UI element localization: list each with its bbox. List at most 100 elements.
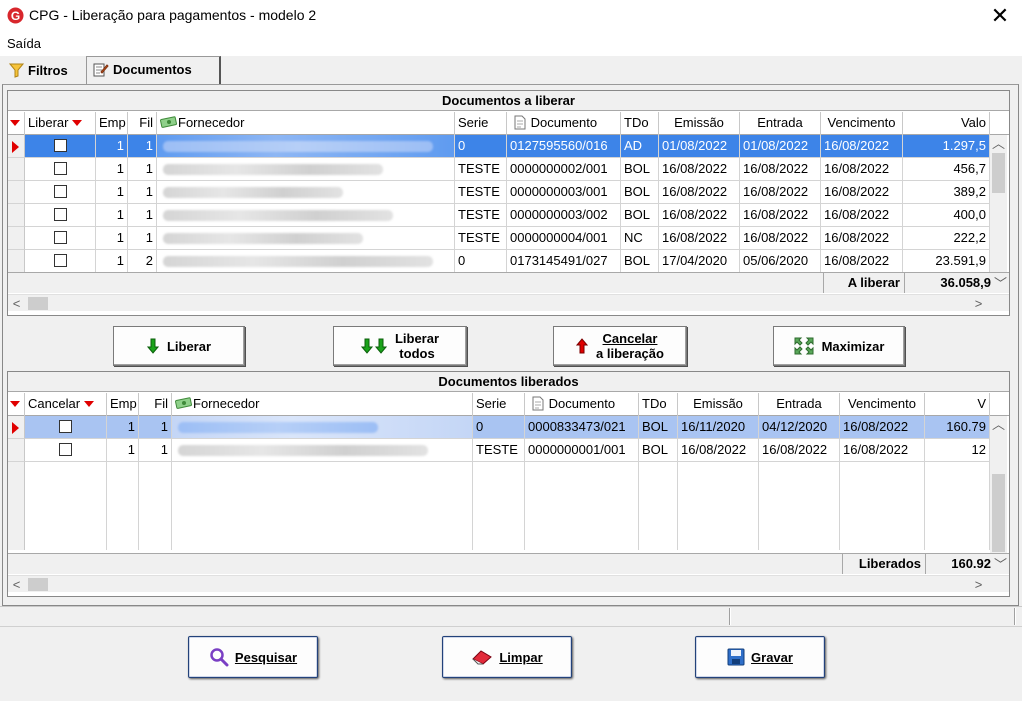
vencimento-cell[interactable]: 16/08/2022 xyxy=(821,135,903,158)
column-header-vencimento[interactable]: Vencimento xyxy=(821,112,903,135)
valor-cell[interactable]: 1.297,5 xyxy=(903,135,990,158)
serie-cell[interactable]: TESTE xyxy=(455,204,507,227)
column-header-fornecedor[interactable]: Fornecedor xyxy=(157,112,455,135)
column-header-emp[interactable]: Emp xyxy=(96,112,128,135)
column-header-liberar[interactable]: Liberar xyxy=(25,112,96,135)
fil-cell[interactable]: 1 xyxy=(128,181,157,204)
fil-cell[interactable]: 1 xyxy=(139,416,172,439)
column-header-entrada[interactable]: Entrada xyxy=(759,393,840,416)
tdo-cell[interactable]: NC xyxy=(621,227,659,250)
vencimento-cell[interactable]: 16/08/2022 xyxy=(840,416,925,439)
serie-cell[interactable]: 0 xyxy=(473,416,525,439)
entrada-cell[interactable]: 16/08/2022 xyxy=(740,158,821,181)
emissao-cell[interactable]: 17/04/2020 xyxy=(659,250,740,273)
row-checkbox-cell[interactable] xyxy=(25,250,96,273)
fil-cell[interactable]: 1 xyxy=(128,158,157,181)
tdo-cell[interactable]: BOL xyxy=(621,250,659,273)
fornecedor-cell-redacted[interactable] xyxy=(157,181,455,204)
close-button[interactable]: ✕ xyxy=(978,0,1022,32)
entrada-cell[interactable]: 05/06/2020 xyxy=(740,250,821,273)
row-checkbox-cell[interactable] xyxy=(25,158,96,181)
tdo-cell[interactable]: AD xyxy=(621,135,659,158)
checkbox[interactable] xyxy=(53,185,67,198)
column-header-fil[interactable]: Fil xyxy=(128,112,157,135)
menu-item-saida[interactable]: Saída xyxy=(7,36,41,51)
row-indicator[interactable] xyxy=(8,416,25,439)
vencimento-cell[interactable]: 16/08/2022 xyxy=(821,250,903,273)
scrollbar-thumb[interactable] xyxy=(28,297,48,310)
fil-cell[interactable]: 1 xyxy=(139,439,172,462)
vencimento-cell[interactable]: 16/08/2022 xyxy=(840,439,925,462)
column-header-entrada[interactable]: Entrada xyxy=(740,112,821,135)
emp-cell[interactable]: 1 xyxy=(96,227,128,250)
table-row[interactable]: 1 2 0 0173145491/027 BOL 17/04/2020 05/06/2020… xyxy=(8,250,1009,273)
liberar-todos-button[interactable]: Liberar todos xyxy=(333,326,467,366)
column-header-vencimento[interactable]: Vencimento xyxy=(840,393,925,416)
table-row[interactable]: 1 1 0 0127595560/016 AD 01/08/2022 01/08/2022 1… xyxy=(8,135,1009,158)
column-header-valor[interactable]: V xyxy=(925,393,990,416)
limpar-button[interactable]: Limpar xyxy=(442,636,572,678)
documento-cell[interactable]: 0000833473/021 xyxy=(525,416,639,439)
tdo-cell[interactable]: BOL xyxy=(639,439,678,462)
table-row[interactable]: 1 1 TESTE 0000000003/002 BOL 16/08/2022 16/08/… xyxy=(8,204,1009,227)
checkbox[interactable] xyxy=(53,254,67,267)
maximizar-button[interactable]: Maximizar xyxy=(773,326,905,366)
fornecedor-cell-redacted[interactable] xyxy=(157,204,455,227)
vertical-scrollbar[interactable]: ︿ xyxy=(990,135,1007,272)
row-checkbox-cell[interactable] xyxy=(25,204,96,227)
vencimento-cell[interactable]: 16/08/2022 xyxy=(821,158,903,181)
column-header-valor[interactable]: Valo xyxy=(903,112,990,135)
table-row[interactable]: 1 1 TESTE 0000000003/001 BOL 16/08/2022 16/08/… xyxy=(8,181,1009,204)
valor-cell[interactable]: 400,0 xyxy=(903,204,990,227)
entrada-cell[interactable]: 16/08/2022 xyxy=(740,227,821,250)
checkbox[interactable] xyxy=(53,208,67,221)
row-indicator[interactable] xyxy=(8,439,25,462)
column-header-fornecedor[interactable]: Fornecedor xyxy=(172,393,473,416)
tdo-cell[interactable]: BOL xyxy=(621,181,659,204)
valor-cell[interactable]: 160.79 xyxy=(925,416,990,439)
entrada-cell[interactable]: 04/12/2020 xyxy=(759,416,840,439)
row-checkbox-cell[interactable] xyxy=(25,439,107,462)
fil-cell[interactable]: 1 xyxy=(128,135,157,158)
tdo-cell[interactable]: BOL xyxy=(621,204,659,227)
column-header-tdo[interactable]: TDo xyxy=(639,393,678,416)
table-row[interactable]: 1 1 0 0000833473/021 BOL 16/11/2020 04/12/2020… xyxy=(8,416,1009,439)
entrada-cell[interactable]: 16/08/2022 xyxy=(740,181,821,204)
fornecedor-cell-redacted[interactable] xyxy=(157,158,455,181)
entrada-cell[interactable]: 01/08/2022 xyxy=(740,135,821,158)
tdo-cell[interactable]: BOL xyxy=(621,158,659,181)
table-row[interactable]: 1 1 TESTE 0000000002/001 BOL 16/08/2022 16/08/… xyxy=(8,158,1009,181)
checkbox[interactable] xyxy=(59,420,72,433)
serie-cell[interactable]: TESTE xyxy=(455,181,507,204)
gravar-button[interactable]: Gravar xyxy=(695,636,825,678)
horizontal-scrollbar[interactable]: < > xyxy=(8,294,1009,311)
serie-cell[interactable]: 0 xyxy=(455,250,507,273)
emissao-cell[interactable]: 16/08/2022 xyxy=(659,181,740,204)
column-header-serie[interactable]: Serie xyxy=(473,393,525,416)
fornecedor-cell-redacted[interactable] xyxy=(157,227,455,250)
emissao-cell[interactable]: 01/08/2022 xyxy=(659,135,740,158)
scroll-left-icon[interactable]: < xyxy=(8,576,25,593)
scroll-left-icon[interactable]: < xyxy=(8,295,25,312)
tdo-cell[interactable]: BOL xyxy=(639,416,678,439)
documento-cell[interactable]: 0000000001/001 xyxy=(525,439,639,462)
column-header-emp[interactable]: Emp xyxy=(107,393,139,416)
valor-cell[interactable]: 222,2 xyxy=(903,227,990,250)
scrollbar-thumb[interactable] xyxy=(28,578,48,591)
row-checkbox-cell[interactable] xyxy=(25,227,96,250)
scroll-up-icon[interactable]: ︿ xyxy=(990,135,1007,152)
fil-cell[interactable]: 1 xyxy=(128,227,157,250)
valor-cell[interactable]: 389,2 xyxy=(903,181,990,204)
scrollbar-thumb[interactable] xyxy=(992,153,1005,193)
horizontal-scrollbar[interactable]: < > xyxy=(8,575,1009,592)
emissao-cell[interactable]: 16/08/2022 xyxy=(678,439,759,462)
entrada-cell[interactable]: 16/08/2022 xyxy=(759,439,840,462)
documento-cell[interactable]: 0000000003/002 xyxy=(507,204,621,227)
vencimento-cell[interactable]: 16/08/2022 xyxy=(821,181,903,204)
tab-filtros[interactable]: Filtros xyxy=(3,58,88,84)
row-indicator[interactable] xyxy=(8,135,25,158)
checkbox[interactable] xyxy=(53,162,67,175)
tab-documentos[interactable]: Documentos xyxy=(86,56,221,85)
column-header-documento[interactable]: Documento xyxy=(525,393,639,416)
scroll-down-icon[interactable]: ﹀ xyxy=(992,275,1009,292)
